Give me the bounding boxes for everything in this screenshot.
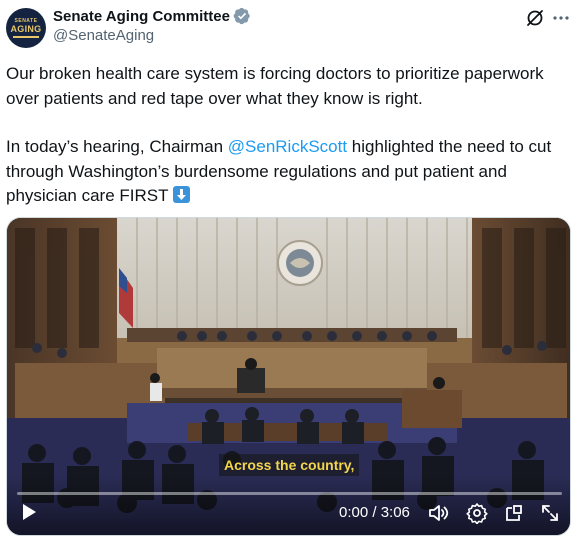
volume-icon[interactable]: [427, 502, 449, 524]
handle[interactable]: @SenateAging: [53, 27, 154, 44]
avatar-text-main: AGING: [10, 24, 42, 34]
avatar-bar: [13, 36, 39, 38]
name-row: Senate Aging Committee: [53, 6, 251, 26]
tweet-header: SENATE AGING Senate Aging Committee @Sen…: [0, 0, 577, 56]
down-arrow-icon: [172, 186, 190, 203]
avatar[interactable]: SENATE AGING: [6, 8, 46, 48]
video-player[interactable]: Across the country, 0:00 / 3:06: [6, 217, 571, 536]
progress-bar[interactable]: [17, 492, 562, 495]
mention-link[interactable]: @SenRickScott: [228, 137, 347, 156]
verified-badge-icon: [233, 7, 250, 25]
tweet-paragraph-1: Our broken health care system is forcing…: [6, 64, 544, 108]
grok-icon[interactable]: [525, 8, 545, 28]
settings-icon[interactable]: [466, 502, 488, 524]
display-name[interactable]: Senate Aging Committee: [53, 8, 230, 25]
tweet-text: Our broken health care system is forcing…: [6, 62, 572, 209]
play-icon[interactable]: [19, 502, 39, 522]
popout-icon[interactable]: [503, 502, 525, 524]
tweet-paragraph-2: In today’s hearing, Chairman @SenRickSco…: [6, 135, 572, 209]
video-caption: Across the country,: [219, 454, 360, 476]
fullscreen-icon[interactable]: [539, 502, 561, 524]
time-display: 0:00 / 3:06: [339, 504, 410, 521]
more-icon[interactable]: [551, 8, 571, 28]
tweet-text-prefix: In today’s hearing, Chairman: [6, 137, 228, 156]
